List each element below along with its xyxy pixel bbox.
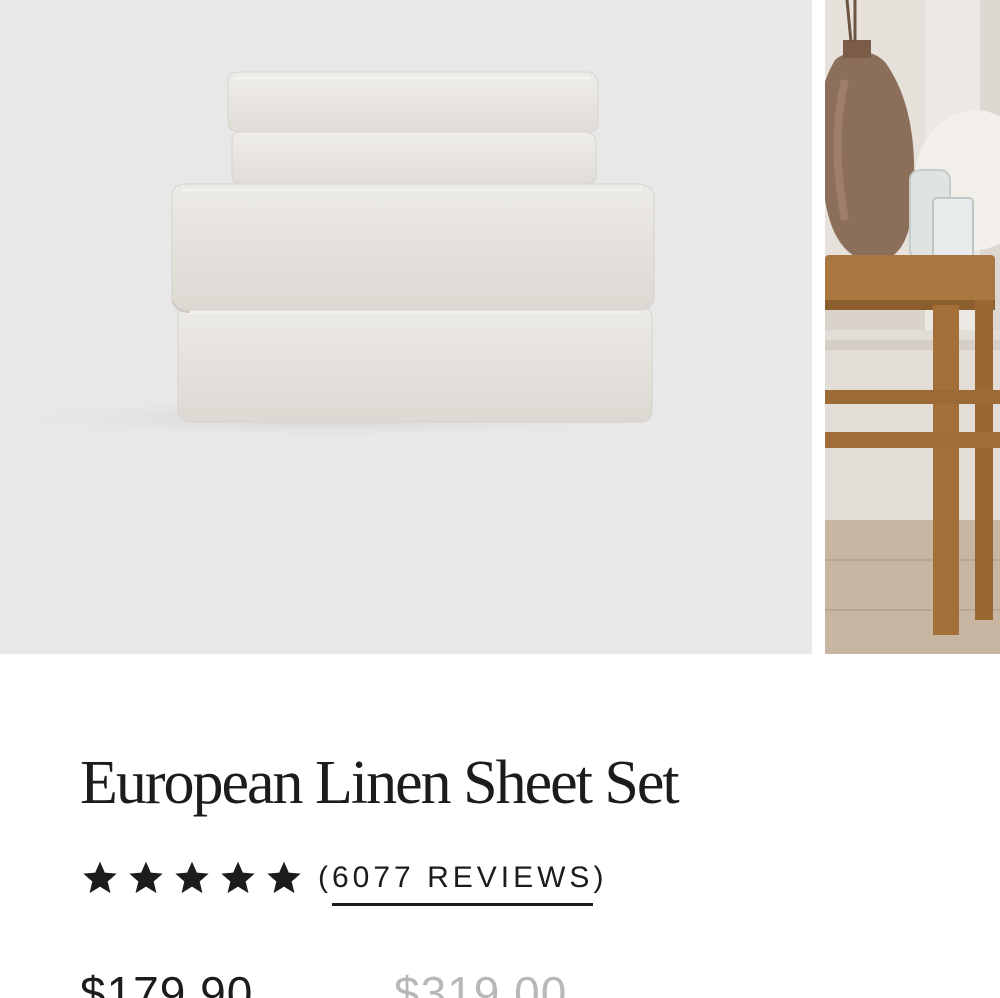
product-image-main[interactable] bbox=[0, 0, 812, 654]
product-rating: ( 6077 REVIEWS ) bbox=[80, 856, 607, 906]
reviews-close-paren: ) bbox=[593, 861, 608, 894]
rating-stars bbox=[80, 858, 304, 898]
star-icon bbox=[267, 861, 301, 894]
star-icon bbox=[129, 861, 163, 894]
reviews-open-paren: ( bbox=[318, 861, 332, 894]
product-image-next[interactable] bbox=[825, 0, 1000, 654]
product-title: European Linen Sheet Set bbox=[80, 749, 680, 817]
price-row: $179.90 $319.00 bbox=[80, 966, 680, 998]
bedroom-scene-image bbox=[825, 0, 1000, 654]
sale-price: $179.90 bbox=[80, 967, 254, 998]
star-icon bbox=[221, 861, 255, 894]
reviews-count[interactable]: 6077 REVIEWS bbox=[332, 861, 594, 906]
folded-sheets-image bbox=[0, 71, 690, 440]
compare-price: $319.00 bbox=[394, 967, 568, 998]
reviews-link[interactable]: ( 6077 REVIEWS ) bbox=[318, 851, 607, 906]
star-icon bbox=[175, 861, 209, 894]
product-image-gallery[interactable] bbox=[0, 0, 1000, 654]
star-icon bbox=[83, 861, 117, 894]
